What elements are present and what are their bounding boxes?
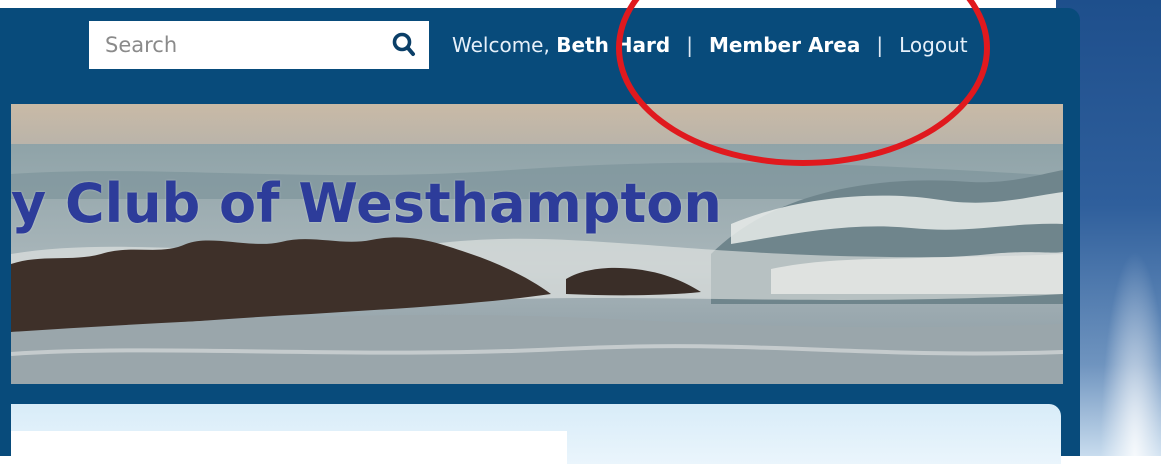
banner-image: [11, 104, 1063, 384]
search-icon[interactable]: [391, 31, 417, 59]
member-area-link[interactable]: Member Area: [709, 33, 860, 57]
search-input[interactable]: [89, 21, 379, 69]
search-box[interactable]: [89, 21, 429, 69]
logout-link[interactable]: Logout: [899, 33, 967, 57]
content-area: [11, 431, 567, 471]
separator: |: [686, 33, 693, 57]
user-name: Beth Hard: [556, 33, 671, 57]
header-banner: y Club of Westhampton: [11, 104, 1063, 384]
background-glow: [1100, 250, 1161, 460]
separator: |: [876, 33, 884, 57]
user-bar: Welcome, Beth Hard | Member Area | Logou…: [452, 28, 968, 62]
welcome-text: Welcome,: [452, 33, 550, 57]
site-title: y Club of Westhampton: [11, 172, 722, 235]
